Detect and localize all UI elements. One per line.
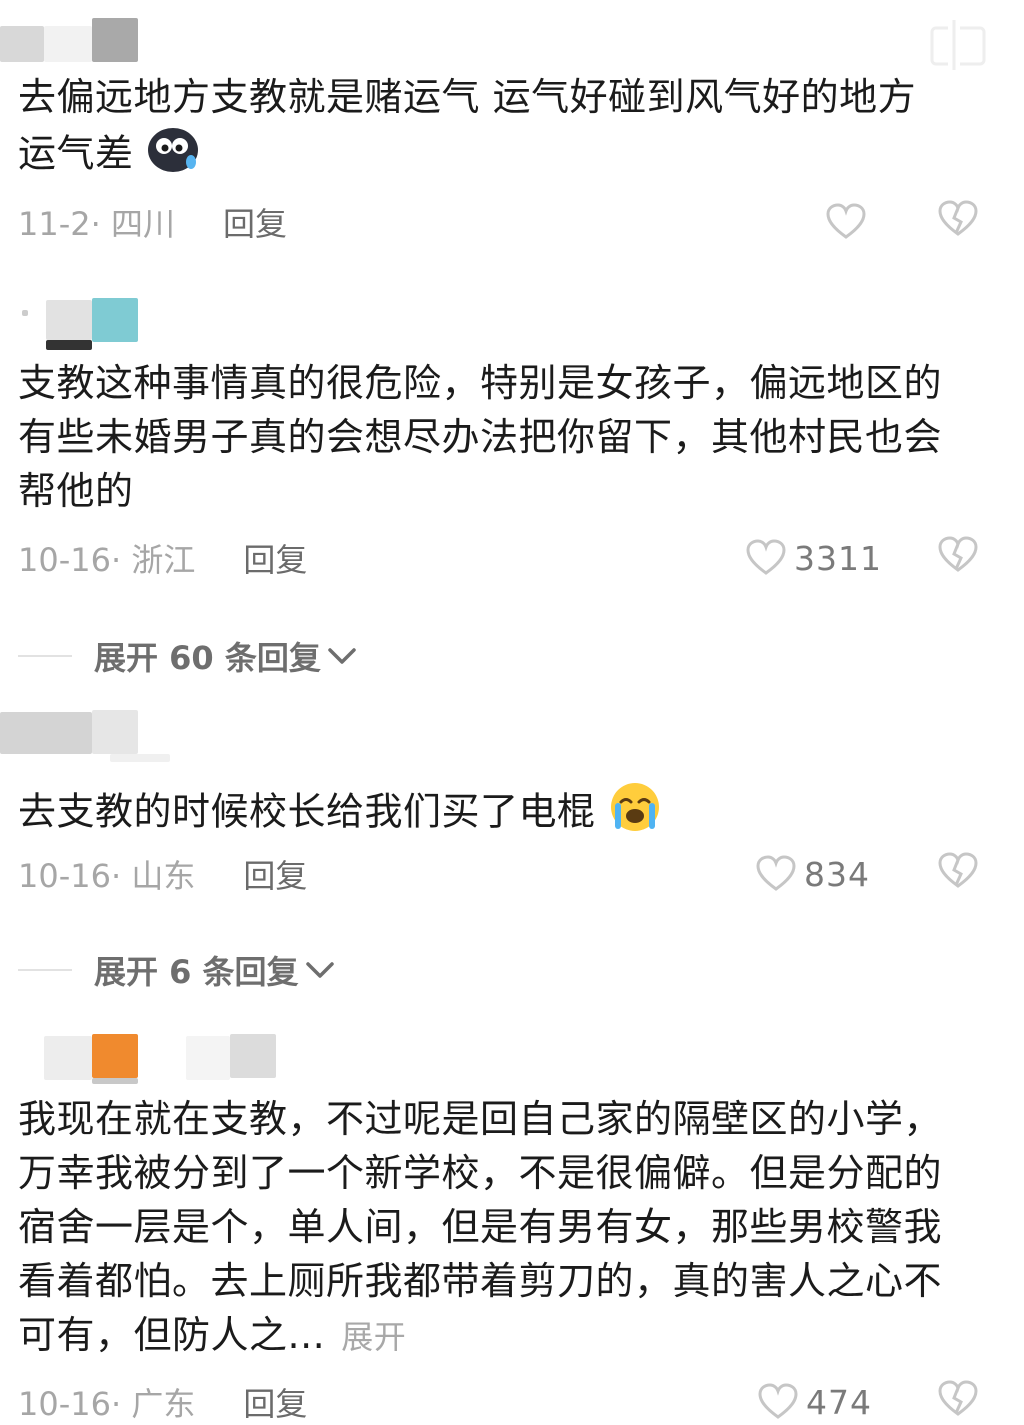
comment-meta: 10-16· 山东 回复 — [18, 852, 307, 896]
heart-icon — [758, 1383, 798, 1419]
dark-face-sweat-icon — [146, 124, 200, 188]
username-blurred[interactable] — [0, 1032, 280, 1084]
chevron-down-icon — [328, 648, 356, 664]
comment-line: 去支教的时候校长给我们买了电棍 — [18, 789, 596, 834]
username-blurred[interactable] — [0, 708, 210, 762]
date-location: 10-16· 广东 — [18, 1385, 196, 1423]
reply-button[interactable]: 回复 — [243, 1379, 307, 1425]
like-button[interactable]: 834 — [756, 852, 870, 896]
broken-heart-icon — [938, 536, 978, 572]
share-icon[interactable] — [930, 16, 986, 74]
dislike-button[interactable] — [938, 1380, 982, 1424]
expand-label: 展开 60 条回复 — [94, 639, 321, 677]
comment-text: 我现在就在支教，不过呢是回自己家的隔壁区的小学，万幸我被分到了一个新学校，不是很… — [18, 1092, 968, 1364]
reply-button[interactable]: 回复 — [243, 851, 307, 897]
heart-icon — [826, 203, 866, 239]
date-location: 10-16· 浙江 — [18, 541, 196, 579]
username-blurred[interactable] — [0, 18, 140, 62]
heart-icon — [756, 855, 796, 891]
like-count: 834 — [804, 854, 870, 894]
reply-button[interactable]: 回复 — [243, 535, 307, 581]
like-button[interactable]: 3311 — [746, 536, 882, 580]
like-button[interactable]: 474 — [758, 1380, 872, 1424]
expand-replies-button[interactable]: 展开 6 条回复 — [18, 948, 335, 992]
crying-face-icon — [608, 780, 662, 848]
broken-heart-icon — [938, 852, 978, 888]
comment-line: 我现在就在支教，不过呢是回自己家的隔壁区的小学，万幸我被分到了一个新学校，不是很… — [18, 1097, 943, 1357]
expand-replies-button[interactable]: 展开 60 条回复 — [18, 634, 357, 678]
date-location: 11-2· 四川 — [18, 205, 175, 243]
like-count: 474 — [806, 1382, 872, 1422]
dislike-button[interactable] — [938, 536, 982, 580]
comment-line: 运气差 — [18, 131, 134, 176]
chevron-down-icon — [305, 962, 334, 978]
reply-button[interactable]: 回复 — [223, 199, 287, 245]
dislike-button[interactable] — [938, 852, 982, 896]
comment-text: 去偏远地方支教就是赌运气 运气好碰到风气好的地方 运气差 — [18, 70, 978, 188]
like-count: 3311 — [794, 538, 882, 578]
broken-heart-icon — [938, 200, 978, 236]
comment-meta: 11-2· 四川 回复 — [18, 200, 287, 244]
expand-label: 展开 6 条回复 — [94, 953, 299, 991]
comment-text: 支教这种事情真的很危险，特别是女孩子，偏远地区的有些未婚男子真的会想尽办法把你留… — [18, 361, 943, 513]
dislike-button[interactable] — [938, 200, 982, 244]
divider — [18, 655, 72, 657]
like-button[interactable] — [826, 200, 874, 244]
date-location: 10-16· 山东 — [18, 857, 196, 895]
expand-text-link[interactable]: 展开 — [341, 1318, 406, 1356]
comment-text: 去支教的时候校长给我们买了电棍 — [18, 780, 978, 848]
broken-heart-icon — [938, 1380, 978, 1416]
comment-line: 去偏远地方支教就是赌运气 运气好碰到风气好的地方 — [18, 75, 917, 119]
comment-meta: 10-16· 浙江 回复 — [18, 536, 307, 580]
heart-icon — [746, 539, 786, 575]
divider — [18, 969, 72, 971]
username-blurred[interactable] — [0, 296, 140, 350]
comment-meta: 10-16· 广东 回复 — [18, 1380, 307, 1424]
